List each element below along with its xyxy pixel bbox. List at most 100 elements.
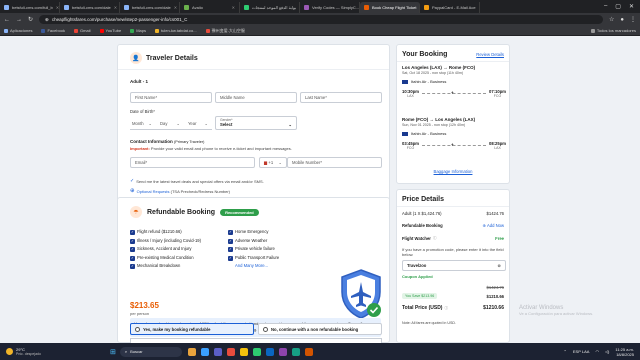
shield-plane-icon — [341, 269, 381, 319]
close-icon[interactable]: ✕ — [232, 5, 235, 10]
add-now-button[interactable]: ⊕ Add Now — [483, 223, 504, 228]
baggage-info-link[interactable]: Baggage Information — [434, 169, 473, 174]
dob-underline — [130, 129, 212, 130]
browser-tab[interactable]: PaypalCard - E-Mail Ace✕ — [420, 2, 480, 13]
profile-icon[interactable]: ● — [620, 17, 624, 23]
browser-tab[interactable]: betsfull-cms.com/dale ✕ — [120, 2, 180, 13]
bookmark-item[interactable]: tulen-kw.tabdat.co... — [155, 28, 197, 33]
app-icon[interactable] — [226, 347, 235, 356]
site-info-icon[interactable]: ⊕ — [45, 17, 49, 23]
review-details-link[interactable]: Review Details — [476, 52, 504, 57]
email-input[interactable]: Email* — [130, 157, 255, 168]
your-booking-card: Your Booking Review Details Los Angeles … — [396, 44, 510, 184]
bookmark-item[interactable]: 豫州变爱-大山空服 — [205, 28, 245, 34]
chrome-icon[interactable] — [239, 347, 248, 356]
clock[interactable]: 11:25 a.m. 18/8/2025 — [615, 347, 634, 357]
middle-name-input[interactable]: Middle Name — [215, 92, 297, 103]
traveler-icon: 👤 — [130, 52, 142, 64]
weather-widget[interactable]: 29°C Pnic. despejado — [0, 347, 110, 356]
sms-optin[interactable]: ✓ Send me the latest travel deals and sp… — [130, 178, 264, 184]
country-code-select[interactable]: ▆ +1 ⌄ — [259, 157, 287, 168]
plane-icon: ✈ — [450, 90, 455, 95]
volume-icon[interactable]: ◁) — [605, 349, 609, 354]
forward-icon[interactable]: → — [16, 17, 22, 23]
coverage-text: Pre-existing Medical Condition — [137, 254, 194, 260]
refundable-row: Refundable Booking ⊕ Add Now — [402, 223, 504, 228]
flight-path: ✈ — [422, 90, 486, 95]
more-link[interactable]: And Many More... — [235, 263, 268, 268]
close-icon[interactable]: ✕ — [479, 5, 480, 10]
promo-code-value: Travelzoo — [407, 263, 427, 268]
flight-path: ✈ — [422, 142, 486, 147]
info-icon[interactable]: ⓘ — [433, 236, 437, 241]
divider — [397, 61, 509, 62]
close-icon[interactable]: ✕ — [114, 5, 117, 10]
arr-code: LAX — [494, 146, 501, 150]
back-icon[interactable]: ← — [4, 17, 10, 23]
menu-icon[interactable]: ⋮ — [630, 16, 636, 23]
file-explorer-icon[interactable] — [187, 347, 196, 356]
app-icon[interactable] — [265, 347, 274, 356]
browser-tab-active[interactable]: Book Cheap Flight Ticket✕ — [360, 2, 420, 13]
browser-tab[interactable]: بوابة الدفع الموحد لمنتجات✕ — [240, 2, 300, 13]
placeholder-text: Last Name* — [305, 95, 327, 100]
system-tray: ⌃ ESP LAA ◠ ◁) 11:25 a.m. 18/8/2025 — [564, 347, 640, 357]
app-icon[interactable] — [252, 347, 261, 356]
checkbox-icon: ✓ — [130, 230, 135, 235]
app-icon[interactable] — [304, 347, 313, 356]
all-bookmarks[interactable]: Todos los marcadores — [590, 28, 636, 33]
bookmark-item[interactable]: YouTube — [99, 28, 121, 33]
language-indicator[interactable]: ESP LAA — [573, 349, 590, 354]
coverage-text: Adverse Weather — [235, 237, 268, 243]
refund-yes-option[interactable]: Yes, make my booking refundable — [130, 323, 254, 335]
info-icon[interactable]: ⓘ — [444, 306, 448, 311]
edge-icon[interactable] — [200, 347, 209, 356]
app-icon[interactable] — [278, 347, 287, 356]
close-icon[interactable]: ✕ — [56, 5, 59, 10]
mobile-input[interactable]: Mobile Number* — [287, 157, 382, 168]
browser-tab[interactable]: betsfull-cms.com/dale ✕ — [60, 2, 120, 13]
browser-tab[interactable]: Avaiio ✕ — [180, 2, 240, 13]
free-label: Free — [495, 236, 504, 241]
window-controls: – ▢ ✕ — [604, 3, 640, 10]
year-select[interactable]: Year ⌄ — [186, 118, 212, 129]
close-window-icon[interactable]: ✕ — [629, 3, 634, 10]
refund-no-option[interactable]: No, continue with a non refundable booki… — [258, 323, 382, 335]
coverage-item: ✓ Home Emergency — [228, 228, 279, 237]
day-select[interactable]: Day ⌄ — [158, 118, 184, 129]
bookmark-label: Maps — [136, 28, 146, 33]
bookmark-item[interactable]: Gmail — [74, 28, 91, 33]
bookmark-item[interactable]: Maps — [130, 28, 146, 33]
browser-tab[interactable]: Verify Codes — SimplyC...✕ — [300, 2, 360, 13]
wifi-icon[interactable]: ◠ — [595, 349, 599, 354]
optional-requests-link[interactable]: Optional Requests — [137, 189, 170, 194]
tab-favicon-icon — [364, 5, 369, 10]
last-name-input[interactable]: Last Name* — [300, 92, 382, 103]
taskbar-search[interactable]: ⌕ Buscar — [119, 346, 182, 357]
windows-start-icon[interactable]: ⊞ — [110, 348, 116, 356]
month-select[interactable]: Month ⌄ — [130, 118, 156, 129]
outbound-leg: Los Angeles (LAX) → Rome (FCO) Sat, Oct … — [402, 65, 506, 98]
promo-code-input[interactable]: Travelzoo ⊗ — [402, 260, 506, 271]
coupon-applied-label: Coupon Applied — [402, 274, 433, 279]
browser-tab[interactable]: betsfull-cms.com/full_b ✕ — [0, 2, 60, 13]
teams-icon[interactable] — [213, 347, 222, 356]
gender-select[interactable]: Gender* Select ⌄ — [215, 116, 297, 130]
reload-icon[interactable]: ↻ — [28, 16, 33, 23]
maximize-icon[interactable]: ▢ — [615, 3, 621, 10]
bookmark-item[interactable]: Aplicaciones — [4, 28, 32, 33]
chevron-up-icon[interactable]: ⌃ — [564, 349, 567, 354]
first-name-input[interactable]: First Name* — [130, 92, 212, 103]
minimize-icon[interactable]: – — [604, 3, 607, 10]
app-icon[interactable] — [291, 347, 300, 356]
discounted-price: $1210.66 — [486, 293, 504, 299]
bookmark-item[interactable]: Facebook — [41, 28, 65, 33]
star-icon[interactable]: ☆ — [609, 16, 614, 23]
clear-icon[interactable]: ⊗ — [497, 263, 501, 268]
maps-icon — [130, 28, 135, 33]
bookmarks-bar: Aplicaciones Facebook Gmail YouTube Maps… — [0, 26, 640, 36]
optional-requests-toggle[interactable]: ⊕ Optional Requests (TSA Precheck/Redres… — [130, 188, 230, 194]
close-icon[interactable]: ✕ — [174, 5, 177, 10]
url-field[interactable]: ⊕ cheapflightsfares.com/purchase/new/ste… — [39, 15, 603, 24]
coverage-item: ✓ Sickness, Accident and Injury — [130, 245, 201, 254]
